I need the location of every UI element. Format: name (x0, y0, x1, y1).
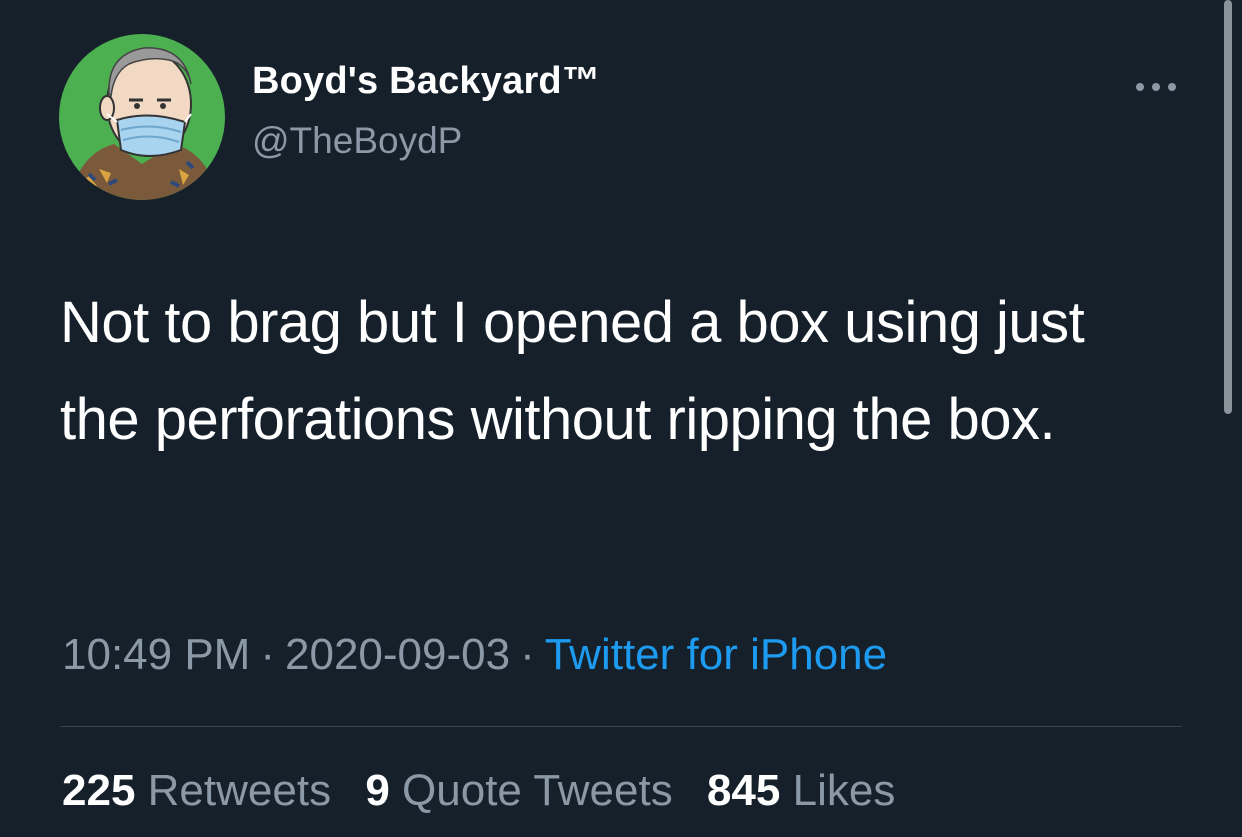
avatar[interactable] (59, 34, 225, 200)
author-display-name[interactable]: Boyd's Backyard™ (252, 60, 600, 103)
meta-separator: · (260, 630, 275, 679)
avatar-illustration (59, 34, 225, 200)
tweet-time[interactable]: 10:49 PM (62, 630, 250, 679)
likes-label: Likes (792, 766, 896, 815)
more-options-button[interactable] (1130, 70, 1182, 104)
tweet-metadata: 10:49 PM · 2020-09-03 · Twitter for iPhone (62, 630, 887, 680)
retweets-stat[interactable]: 225 Retweets (62, 766, 331, 815)
likes-count: 845 (706, 766, 781, 815)
divider (60, 726, 1182, 727)
tweet-stats: 225 Retweets 9 Quote Tweets 845 Likes (62, 766, 917, 816)
scrollbar[interactable] (1224, 0, 1232, 414)
tweet-source-link[interactable]: Twitter for iPhone (545, 630, 887, 679)
meta-separator: · (520, 630, 535, 679)
likes-stat[interactable]: 845 Likes (707, 766, 895, 815)
quote-tweets-label: Quote Tweets (402, 766, 673, 815)
author-handle[interactable]: @TheBoydP (252, 120, 462, 162)
tweet-date[interactable]: 2020-09-03 (285, 630, 510, 679)
retweets-label: Retweets (147, 766, 332, 815)
tweet-text: Not to brag but I opened a box using jus… (60, 290, 1085, 452)
retweets-count: 225 (62, 766, 136, 815)
quote-tweets-count: 9 (365, 766, 390, 815)
quote-tweets-stat[interactable]: 9 Quote Tweets (365, 766, 672, 815)
more-horizontal-icon (1136, 83, 1176, 91)
